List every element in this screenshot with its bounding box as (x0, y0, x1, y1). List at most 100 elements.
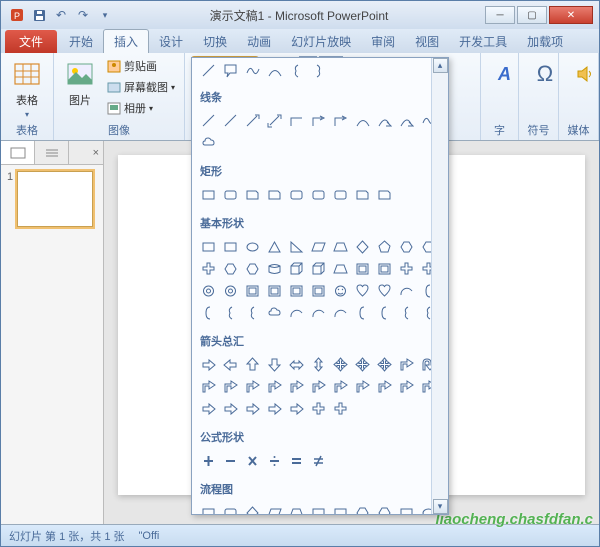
shape-cube-16[interactable] (308, 258, 328, 278)
close-button[interactable]: ✕ (549, 6, 593, 24)
media-button[interactable] (565, 56, 600, 92)
shape-arrowline-2[interactable] (242, 110, 262, 130)
shape-dblarrowline-3[interactable] (264, 110, 284, 130)
shape-eqdiv-3[interactable] (264, 450, 284, 470)
shape-quad-6[interactable] (330, 354, 350, 374)
shape-frame-19[interactable] (374, 258, 394, 278)
gallery-scrollbar[interactable]: ▴ ▾ (431, 58, 448, 514)
shape-rect-5[interactable] (308, 502, 328, 514)
maximize-button[interactable]: ▢ (517, 6, 547, 24)
shape-parallelogram-3[interactable] (264, 502, 284, 514)
undo-icon[interactable]: ↶ (51, 5, 71, 25)
shape-pentagon-8[interactable] (374, 236, 394, 256)
tab-addins[interactable]: 加载项 (517, 30, 573, 53)
shape-cloud-36[interactable] (264, 302, 284, 322)
scroll-down-icon[interactable]: ▾ (433, 499, 448, 514)
shape-donut-23[interactable] (220, 280, 240, 300)
panel-tab-close[interactable]: × (69, 141, 103, 164)
shape-brace-l[interactable] (286, 60, 306, 80)
shape-elbow-4[interactable] (286, 110, 306, 130)
shape-trapezoid-17[interactable] (330, 258, 350, 278)
shape-brace-r[interactable] (308, 60, 328, 80)
shape-bracket-41[interactable] (374, 302, 394, 322)
shape-rarrow-23[interactable] (220, 398, 240, 418)
shape-arc-31[interactable] (396, 280, 416, 300)
tab-transitions[interactable]: 切换 (193, 30, 237, 53)
shape-uarrow-2[interactable] (242, 354, 262, 374)
shape-heart-30[interactable] (374, 280, 394, 300)
shape-line[interactable] (198, 60, 218, 80)
shape-frame-24[interactable] (242, 280, 262, 300)
shape-bent-20[interactable] (396, 376, 416, 396)
shape-arc-38[interactable] (308, 302, 328, 322)
shape-frame-26[interactable] (286, 280, 306, 300)
tab-view[interactable]: 视图 (405, 30, 449, 53)
shape-eqneq-5[interactable] (308, 450, 328, 470)
shape-bent-15[interactable] (286, 376, 306, 396)
scroll-up-icon[interactable]: ▴ (433, 58, 448, 73)
tab-review[interactable]: 审阅 (361, 30, 405, 53)
shape-arc-37[interactable] (286, 302, 306, 322)
shape-lrarrow-4[interactable] (286, 354, 306, 374)
shape-elbowarr-6[interactable] (330, 110, 350, 130)
shape-curvearr-9[interactable] (396, 110, 416, 130)
shape-rect-6[interactable] (330, 502, 350, 514)
shape-freeform[interactable] (242, 60, 262, 80)
shape-bent-19[interactable] (374, 376, 394, 396)
table-button[interactable]: 表格 ▾ (7, 56, 47, 121)
shape-bent-16[interactable] (308, 376, 328, 396)
shape-rtriangle-4[interactable] (286, 236, 306, 256)
panel-tab-outline[interactable] (35, 141, 69, 164)
shape-line-1[interactable] (220, 110, 240, 130)
shape-bent-14[interactable] (264, 376, 284, 396)
shape-heart-29[interactable] (352, 280, 372, 300)
qat-more-icon[interactable]: ▾ (95, 5, 115, 25)
panel-tab-slides[interactable] (1, 141, 35, 164)
shape-diamond-7[interactable] (352, 236, 372, 256)
shape-donut-22[interactable] (198, 280, 218, 300)
powerpoint-icon[interactable]: P (7, 5, 27, 25)
shape-bracket-40[interactable] (352, 302, 372, 322)
shape-brace-35[interactable] (242, 302, 262, 322)
shape-plus-11[interactable] (198, 258, 218, 278)
shape-curvearr-8[interactable] (374, 110, 394, 130)
shape-eqmult-2[interactable] (242, 450, 262, 470)
shape-cloud-11[interactable] (198, 132, 218, 152)
tab-developer[interactable]: 开发工具 (449, 30, 517, 53)
shape-parallelogram-5[interactable] (308, 236, 328, 256)
shape-darrow-3[interactable] (264, 354, 284, 374)
shape-eqplus-0[interactable] (198, 450, 218, 470)
shape-bent-17[interactable] (330, 376, 350, 396)
shape-roundrect-4[interactable] (286, 184, 306, 204)
shape-eqminus-1[interactable] (220, 450, 240, 470)
thumbnail-1[interactable]: 1 (7, 171, 97, 227)
shape-roundrect-1[interactable] (220, 502, 240, 514)
shape-plus-20[interactable] (396, 258, 416, 278)
shape-can-14[interactable] (264, 258, 284, 278)
shape-rect-0[interactable] (198, 236, 218, 256)
shape-trapezoid-6[interactable] (330, 236, 350, 256)
shape-smiley-28[interactable] (330, 280, 350, 300)
shape-frame-27[interactable] (308, 280, 328, 300)
shape-line-0[interactable] (198, 110, 218, 130)
picture-button[interactable]: 图片 (60, 56, 100, 110)
screenshot-button[interactable]: 屏幕截图▾ (104, 77, 178, 97)
shape-bent-18[interactable] (352, 376, 372, 396)
tab-home[interactable]: 开始 (59, 30, 103, 53)
shape-larrow-1[interactable] (220, 354, 240, 374)
shape-rect-1[interactable] (220, 236, 240, 256)
clipart-button[interactable]: 剪贴画 (104, 56, 178, 76)
tab-design[interactable]: 设计 (149, 30, 193, 53)
shape-udarrow-5[interactable] (308, 354, 328, 374)
shape-hexagon-8[interactable] (374, 502, 394, 514)
tab-slideshow[interactable]: 幻灯片放映 (281, 30, 361, 53)
shape-hexagon-7[interactable] (352, 502, 372, 514)
shape-elbowarr-5[interactable] (308, 110, 328, 130)
shape-roundrect-5[interactable] (308, 184, 328, 204)
shape-rarrow-22[interactable] (198, 398, 218, 418)
shape-bent-12[interactable] (220, 376, 240, 396)
shape-rect-9[interactable] (396, 502, 416, 514)
shape-bent-11[interactable] (198, 376, 218, 396)
shape-rarrow-26[interactable] (286, 398, 306, 418)
shape-hexagon-13[interactable] (242, 258, 262, 278)
